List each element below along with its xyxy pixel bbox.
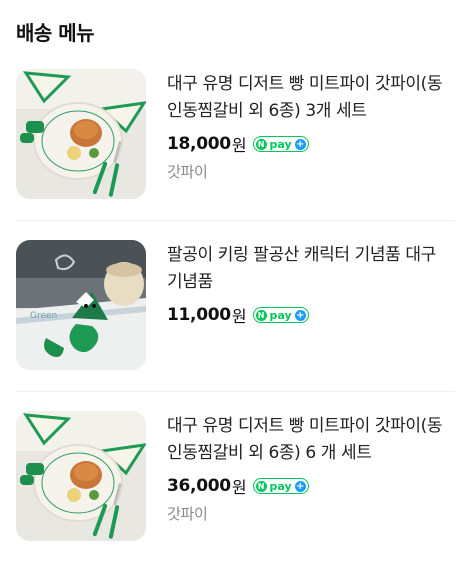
npay-plus-icon: +: [294, 309, 306, 321]
product-title[interactable]: 대구 유명 디저트 빵 미트파이 갓파이(동인동찜갈비 외 6종) 6 개 세트: [167, 413, 455, 467]
price-unit: 원: [231, 307, 247, 326]
product-title[interactable]: 팔공이 키링 팔공산 캐릭터 기념품 대구 기념품: [167, 242, 455, 296]
svg-text:Green: Green: [30, 311, 57, 321]
product-item[interactable]: 대구 유명 디저트 빵 미트파이 갓파이(동인동찜갈비 외 6종) 6 개 세트…: [16, 391, 455, 562]
npay-badge: N pay +: [252, 307, 309, 323]
npay-plus-icon: +: [294, 138, 306, 150]
seller-name: 갓파이: [167, 163, 208, 181]
delivery-menu-section: 배송 메뉴 대구 유명 디저트 빵 미트파이 갓파이(동인동찜갈비 외 6종) …: [0, 0, 465, 564]
npay-n-icon: N: [255, 480, 267, 492]
meat-pie-plate-photo: [16, 411, 146, 541]
product-price: 36,000: [167, 476, 231, 496]
section-title: 배송 메뉴: [16, 21, 95, 45]
npay-badge: N pay +: [252, 136, 309, 152]
price-unit: 원: [231, 478, 247, 497]
price-row: 11,000 원 N pay +: [167, 302, 455, 328]
green-mountain-keyring-photo: Green: [16, 240, 146, 370]
meat-pie-plate-photo: [16, 69, 146, 199]
product-item[interactable]: Green 팔공이 키링 팔공산 캐릭터 기념품 대구 기념품 11,000 원 …: [16, 220, 455, 391]
price-row: 18,000 원 N pay +: [167, 131, 455, 157]
product-item[interactable]: 대구 유명 디저트 빵 미트파이 갓파이(동인동찜갈비 외 6종) 3개 세트 …: [16, 68, 455, 220]
product-title[interactable]: 대구 유명 디저트 빵 미트파이 갓파이(동인동찜갈비 외 6종) 3개 세트: [167, 71, 455, 125]
price-unit: 원: [231, 136, 247, 155]
price-row: 36,000 원 N pay +: [167, 473, 455, 499]
product-price: 18,000: [167, 134, 231, 154]
product-info: 팔공이 키링 팔공산 캐릭터 기념품 대구 기념품 11,000 원 N pay …: [167, 240, 455, 328]
product-price: 11,000: [167, 305, 231, 325]
product-image-meat-pie[interactable]: [16, 411, 146, 541]
product-info: 대구 유명 디저트 빵 미트파이 갓파이(동인동찜갈비 외 6종) 6 개 세트…: [167, 411, 455, 525]
product-list: 대구 유명 디저트 빵 미트파이 갓파이(동인동찜갈비 외 6종) 3개 세트 …: [16, 68, 455, 562]
npay-label: pay: [269, 479, 292, 493]
seller-name: 갓파이: [167, 505, 208, 523]
npay-badge: N pay +: [252, 478, 309, 494]
npay-plus-icon: +: [294, 480, 306, 492]
product-image-keyring[interactable]: Green: [16, 240, 146, 370]
npay-label: pay: [269, 137, 292, 151]
npay-n-icon: N: [255, 138, 267, 150]
npay-n-icon: N: [255, 309, 267, 321]
product-image-meat-pie[interactable]: [16, 69, 146, 199]
product-info: 대구 유명 디저트 빵 미트파이 갓파이(동인동찜갈비 외 6종) 3개 세트 …: [167, 69, 455, 183]
npay-label: pay: [269, 308, 292, 322]
